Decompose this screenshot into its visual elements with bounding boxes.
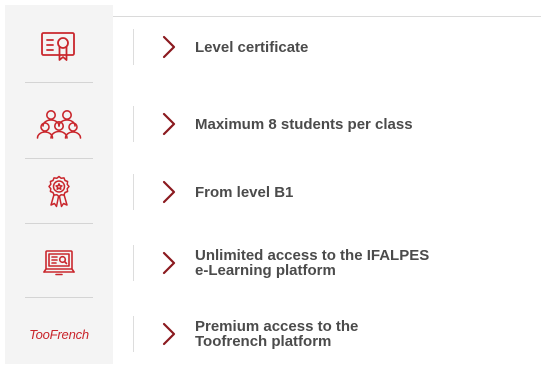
feature-label: Maximum 8 students per class [195,115,413,133]
feature-label: Level certificate [195,38,309,56]
row-divider [133,106,134,142]
feature-label: Premium access to the Toofrench platform [195,318,359,350]
icon-divider [25,223,93,224]
chevron-right-icon [162,35,176,59]
toofrench-logo: TooFrench [5,304,113,364]
students-group-icon [5,94,113,154]
toofrench-logo-text: TooFrench [29,326,89,342]
feature-row: Unlimited access to the IFALPES e-Learni… [5,233,541,293]
feature-row: TooFrench Premium access to the Toofrenc… [5,304,541,364]
feature-row: Level certificate [5,17,541,77]
chevron-right-icon [162,322,176,346]
award-medal-icon [5,162,113,222]
feature-label: From level B1 [195,183,294,201]
icon-divider [25,158,93,159]
row-divider [133,316,134,352]
feature-label: Unlimited access to the IFALPES e-Learni… [195,247,430,279]
icon-divider [25,297,93,298]
certificate-icon [5,17,113,77]
chevron-right-icon [162,251,176,275]
feature-row: From level B1 [5,162,541,222]
chevron-right-icon [162,180,176,204]
icon-divider [25,82,93,83]
row-divider [133,174,134,210]
chevron-right-icon [162,112,176,136]
row-divider [133,29,134,65]
feature-row: Maximum 8 students per class [5,94,541,154]
laptop-elearning-icon [5,233,113,293]
row-divider [133,245,134,281]
